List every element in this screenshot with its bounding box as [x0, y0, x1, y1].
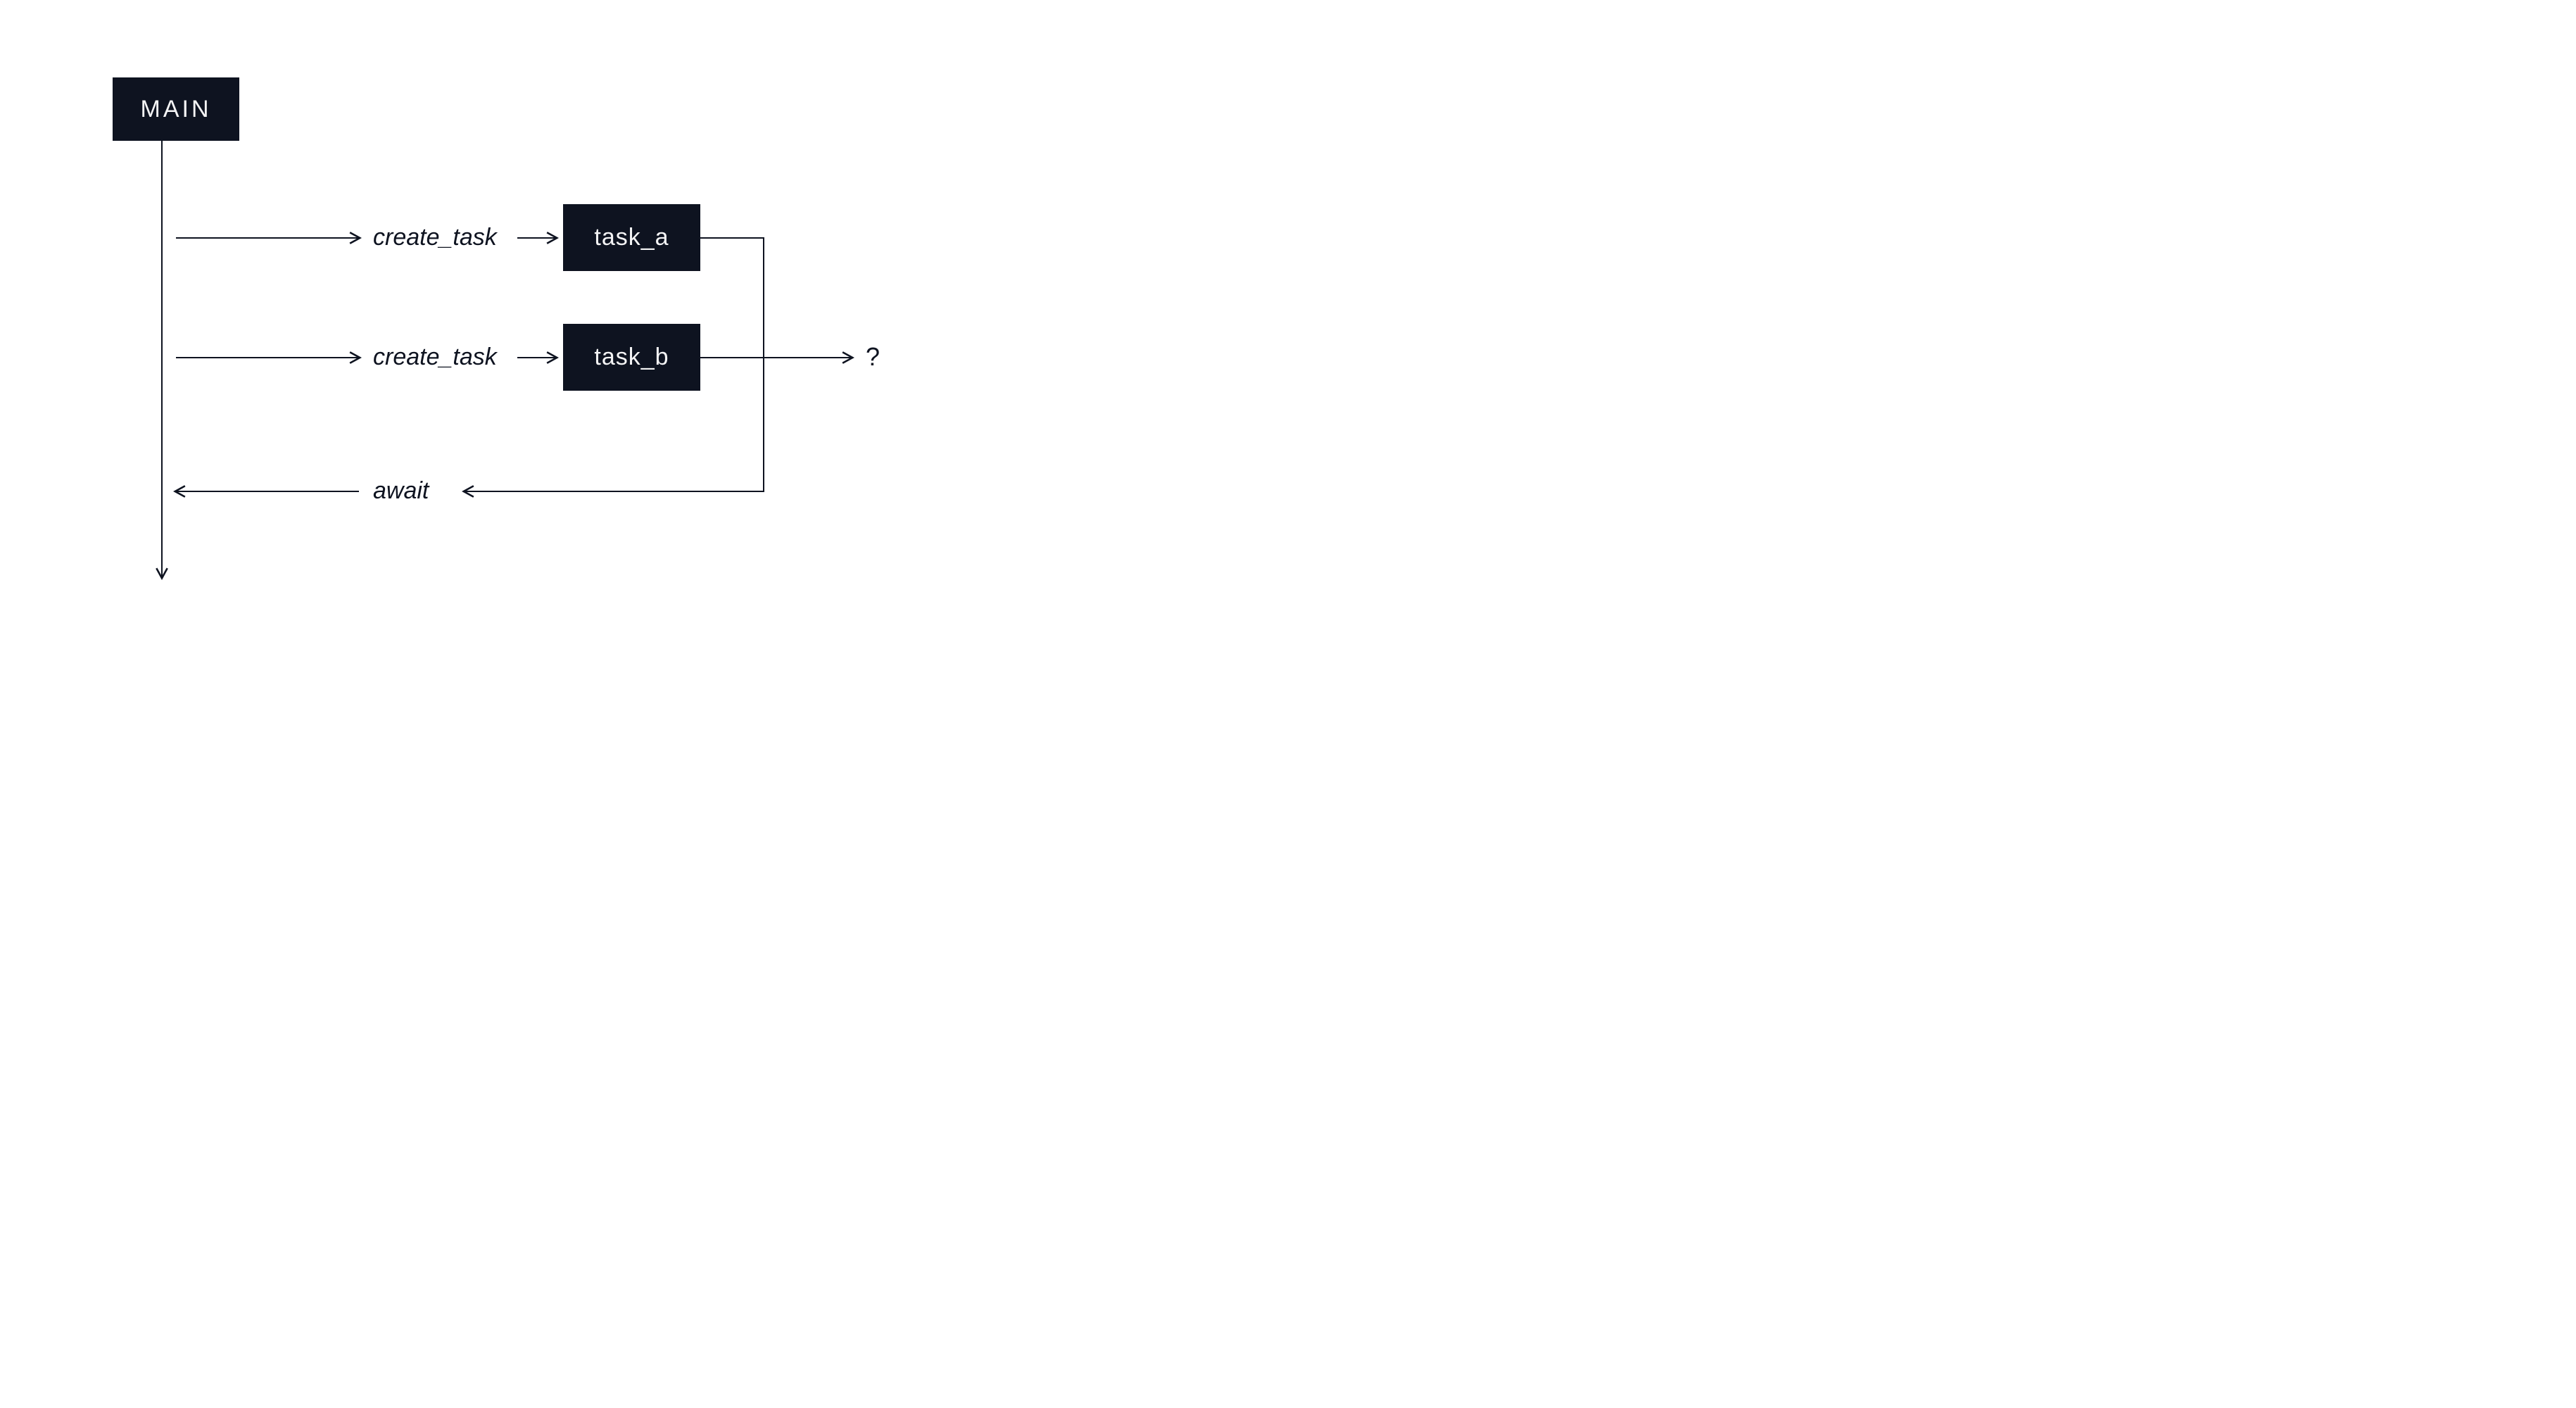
label-await: await [373, 477, 429, 505]
node-task-b: task_b [563, 324, 700, 391]
node-task-a: task_a [563, 204, 700, 271]
label-create-task-2: create_task [373, 344, 497, 371]
label-create-task-1: create_task [373, 224, 497, 251]
diagram-canvas: MAIN task_a task_b create_task create_ta… [0, 0, 1056, 634]
node-main: MAIN [113, 77, 239, 141]
label-question-mark: ? [866, 342, 880, 372]
